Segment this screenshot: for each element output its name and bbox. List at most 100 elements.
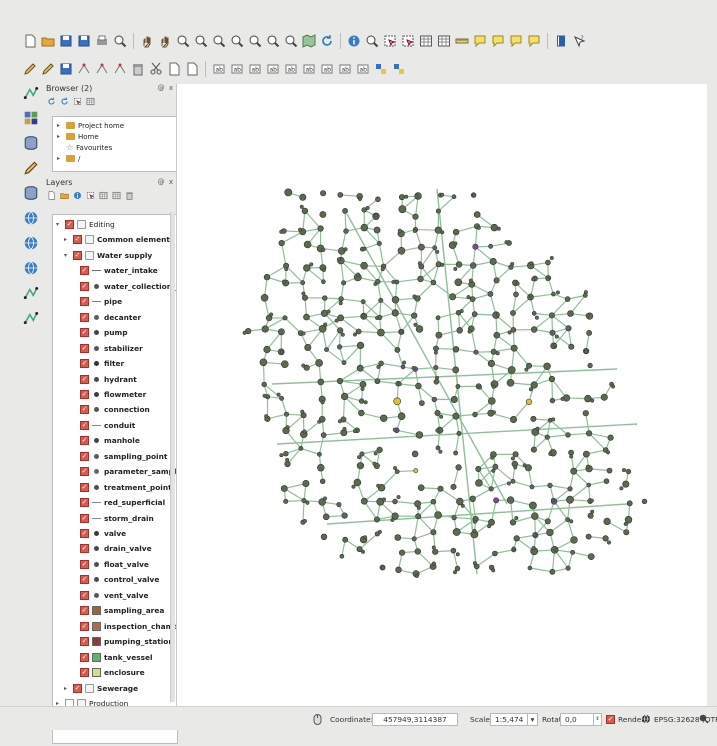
attribute-table-icon[interactable] (418, 33, 434, 49)
python-console-icon[interactable] (373, 61, 389, 77)
annotation-icon[interactable] (472, 33, 488, 49)
layer-visibility-checkbox[interactable]: ✓ (80, 451, 89, 461)
add-delimited-text-icon[interactable] (22, 284, 40, 302)
layer-row[interactable]: ✓ inspection_chamber (80, 619, 177, 634)
add-raster-layer-icon[interactable] (22, 109, 40, 127)
zoom-in-icon[interactable] (175, 33, 191, 49)
label-tool-7-icon[interactable]: ab (319, 61, 335, 77)
layer-visibility-checkbox[interactable]: ✓ (80, 467, 89, 477)
layer-row[interactable]: ✓ treatment_point (80, 480, 172, 495)
measure-icon[interactable] (454, 33, 470, 49)
layer-row[interactable]: ✓ sampling_point (80, 449, 167, 464)
layer-visibility-checkbox[interactable]: ✓ (80, 544, 89, 554)
collapse-all-icon[interactable] (111, 190, 121, 200)
browser-item[interactable]: ▸ Project home (57, 120, 177, 131)
layer-row[interactable]: ✓ water_collection_point (80, 279, 177, 294)
map-canvas[interactable] (176, 84, 707, 706)
layer-visibility-checkbox[interactable]: ✓ (80, 621, 89, 631)
rotation-field[interactable]: 0,0 (560, 712, 594, 726)
layer-row[interactable]: ✓ pipe (80, 294, 122, 309)
layer-visibility-checkbox[interactable]: ✓ (80, 652, 89, 662)
layer-row[interactable]: ✓ red_superficial (80, 495, 165, 510)
browser-refresh-icon[interactable] (46, 96, 56, 106)
delete-selected-icon[interactable] (130, 61, 146, 77)
layer-visibility-checkbox[interactable]: ✓ (80, 297, 89, 307)
expand-arrow-icon[interactable]: ▸ (64, 685, 70, 692)
layer-visibility-checkbox[interactable]: ✓ (80, 482, 89, 492)
browser-item[interactable]: ▸ Home (57, 131, 177, 142)
scale-combo[interactable]: 1:5,474 (490, 712, 528, 726)
open-project-icon[interactable] (40, 33, 56, 49)
layer-visibility-checkbox[interactable]: ✓ (80, 343, 89, 353)
expand-arrow-icon[interactable]: ▸ (57, 133, 63, 140)
identify-dropdown-icon[interactable] (364, 33, 380, 49)
move-feature-icon[interactable] (94, 61, 110, 77)
browser-panel-controls[interactable]: @ x (158, 84, 174, 92)
layer-row[interactable]: ✓ enclosure (80, 665, 145, 680)
add-group-icon[interactable] (59, 190, 69, 200)
layer-row[interactable]: ✓ conduit (80, 418, 135, 433)
layer-visibility-checkbox[interactable]: ✓ (80, 498, 89, 508)
layer-visibility-checkbox[interactable]: ✓ (80, 281, 89, 291)
browser-filter-icon[interactable] (72, 96, 82, 106)
add-mssql-layer-icon[interactable] (22, 184, 40, 202)
add-postgis-layer-icon[interactable] (22, 134, 40, 152)
bookmark-icon[interactable] (508, 33, 524, 49)
messages-button[interactable] (698, 712, 709, 726)
layer-row[interactable]: ✓ decanter (80, 310, 141, 325)
layer-visibility-checkbox[interactable]: ✓ (80, 420, 89, 430)
layer-row[interactable]: ✓ sampling_area (80, 603, 164, 618)
select-features-icon[interactable] (382, 33, 398, 49)
layer-row[interactable]: ✓ hydrant (80, 372, 137, 387)
browser-add-icon[interactable] (59, 96, 69, 106)
add-spatialite-layer-icon[interactable] (22, 159, 40, 177)
layer-row[interactable]: ✓ control_valve (80, 572, 159, 587)
label-tool-3-icon[interactable]: ab (247, 61, 263, 77)
chevron-down-icon[interactable]: ▾ (528, 712, 538, 726)
layer-row[interactable]: ✓ vent_valve (80, 588, 149, 603)
pan-to-selection-icon[interactable] (157, 33, 173, 49)
layer-visibility-checkbox[interactable]: ✓ (80, 436, 89, 446)
layer-visibility-checkbox[interactable]: ✓ (73, 235, 82, 245)
layers-panel-controls[interactable]: @ x (158, 178, 174, 186)
layer-row[interactable]: ✓ pump (80, 325, 128, 340)
add-wms-layer-icon[interactable] (22, 209, 40, 227)
zoom-next-icon[interactable] (283, 33, 299, 49)
layer-group-row[interactable]: ▸ ✓ Sewerage (64, 681, 138, 696)
layer-visibility-checkbox[interactable]: ✓ (80, 637, 89, 647)
filter-legend-icon[interactable] (85, 190, 95, 200)
add-vector-layer-icon[interactable] (22, 84, 40, 102)
browser-collapse-icon[interactable] (85, 96, 95, 106)
node-tool-icon[interactable] (112, 61, 128, 77)
collapse-arrow-icon[interactable]: ▾ (56, 221, 62, 228)
layer-visibility-checkbox[interactable]: ✓ (80, 559, 89, 569)
layer-group-row[interactable]: ▾ ✓ Editing (56, 217, 115, 232)
add-wcs-layer-icon[interactable] (22, 234, 40, 252)
label-tool-4-icon[interactable]: ab (265, 61, 281, 77)
zoom-layer-icon[interactable] (247, 33, 263, 49)
new-shapefile-icon[interactable] (22, 309, 40, 327)
map-tips-icon[interactable] (490, 33, 506, 49)
layer-visibility-checkbox[interactable]: ✓ (80, 328, 89, 338)
manage-visibility-icon[interactable] (72, 190, 82, 200)
identify-icon[interactable] (346, 33, 362, 49)
layer-visibility-checkbox[interactable]: ✓ (80, 606, 89, 616)
whats-this-icon[interactable]: ? (571, 33, 587, 49)
rotation-spinner[interactable]: ⇕ (594, 712, 602, 726)
remove-layer-icon[interactable] (124, 190, 134, 200)
layer-row[interactable]: ✓ float_valve (80, 557, 149, 572)
add-feature-icon[interactable] (76, 61, 92, 77)
zoom-last-icon[interactable] (265, 33, 281, 49)
layers-scrollbar[interactable] (170, 212, 175, 702)
layer-row[interactable]: ✓ filter (80, 356, 124, 371)
layer-group-row[interactable]: ▸ ✓ Common elements (64, 232, 174, 247)
current-edits-icon[interactable] (22, 61, 38, 77)
label-tool-9-icon[interactable]: ab (355, 61, 371, 77)
paste-features-icon[interactable] (184, 61, 200, 77)
layer-visibility-checkbox[interactable]: ✓ (80, 405, 89, 415)
layout-manager-icon[interactable] (112, 33, 128, 49)
text-annotation-icon[interactable] (526, 33, 542, 49)
zoom-full-icon[interactable] (211, 33, 227, 49)
pan-icon[interactable] (139, 33, 155, 49)
copy-features-icon[interactable] (166, 61, 182, 77)
